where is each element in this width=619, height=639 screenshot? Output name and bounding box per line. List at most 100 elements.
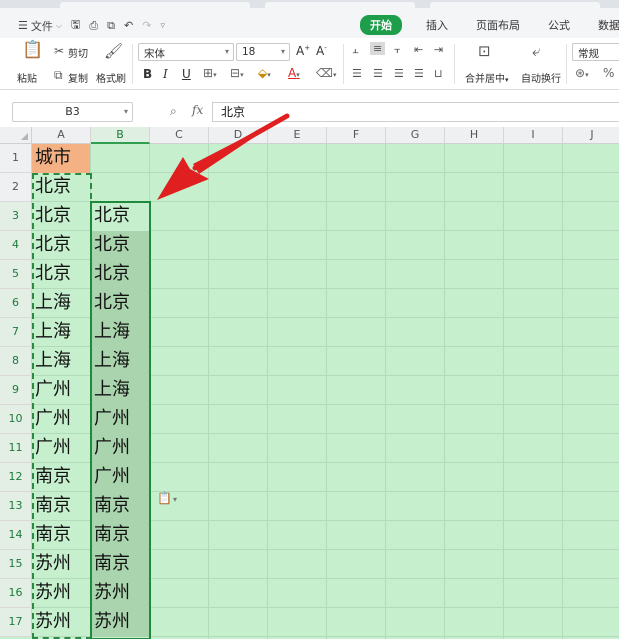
column-header-g[interactable]: G — [386, 127, 445, 144]
cell-a17[interactable]: 苏州 — [32, 608, 90, 637]
cell-b16[interactable]: 苏州 — [91, 579, 149, 608]
cell-b1[interactable] — [91, 144, 149, 173]
cell-b7[interactable]: 上海 — [91, 318, 149, 347]
tab-page-layout[interactable]: 页面布局 — [476, 17, 520, 33]
select-all-corner[interactable] — [0, 127, 32, 144]
cell-a1[interactable]: 城市 — [32, 144, 90, 173]
underline-button[interactable]: U — [182, 67, 191, 81]
cell-b5[interactable]: 北京 — [91, 260, 149, 289]
save-icon[interactable]: 🖫 — [71, 16, 80, 35]
cell-b4[interactable]: 北京 — [91, 231, 149, 260]
row-header-9[interactable]: 9 — [0, 376, 32, 405]
decrease-font-icon[interactable]: A- — [316, 44, 327, 58]
cell-a2[interactable]: 北京 — [32, 173, 90, 202]
cell-b10[interactable]: 广州 — [91, 405, 149, 434]
scissors-icon[interactable]: ✂ — [54, 45, 64, 58]
column-header-f[interactable]: F — [327, 127, 386, 144]
row-header-8[interactable]: 8 — [0, 347, 32, 376]
paste-button[interactable]: 粘贴 — [17, 70, 37, 85]
cell-a16[interactable]: 苏州 — [32, 579, 90, 608]
window-tab[interactable] — [430, 2, 600, 8]
row-header-6[interactable]: 6 — [0, 289, 32, 318]
align-left-icon[interactable]: ☰ — [352, 67, 362, 80]
clear-format-icon[interactable]: ⌫▾ — [316, 66, 336, 80]
row-header-4[interactable]: 4 — [0, 231, 32, 260]
cell-b13[interactable]: 南京 — [91, 492, 149, 521]
merge-center-button[interactable]: 合并居中▾ — [465, 70, 509, 85]
copy-button[interactable]: 复制 — [68, 70, 88, 85]
file-menu[interactable]: ☰ 文件 ⌵ — [18, 18, 62, 34]
window-tab[interactable] — [60, 2, 250, 8]
cell-b14[interactable]: 南京 — [91, 521, 149, 550]
cell-a14[interactable]: 南京 — [32, 521, 90, 550]
row-header-7[interactable]: 7 — [0, 318, 32, 347]
font-size-select[interactable]: 18 ▾ — [236, 43, 290, 61]
cell-b6[interactable]: 北京 — [91, 289, 149, 318]
tab-formulas[interactable]: 公式 — [548, 17, 570, 33]
cell-a8[interactable]: 上海 — [32, 347, 90, 376]
merge-center-icon[interactable]: ⊡ — [478, 44, 491, 59]
cell-b3[interactable]: 北京 — [91, 202, 149, 231]
cut-button[interactable]: 剪切 — [68, 45, 88, 60]
tab-insert[interactable]: 插入 — [426, 17, 448, 33]
cell-b2[interactable] — [91, 173, 149, 202]
tab-data[interactable]: 数据 — [598, 17, 619, 33]
quick-access-more-icon[interactable]: ▿ — [160, 21, 165, 31]
formula-input[interactable]: 北京 — [212, 102, 619, 122]
tab-home[interactable]: 开始 — [360, 15, 402, 35]
row-header-17[interactable]: 17 — [0, 608, 32, 637]
justify-icon[interactable]: ☰ — [414, 67, 424, 80]
column-header-e[interactable]: E — [268, 127, 327, 144]
cell-b17[interactable]: 苏州 — [91, 608, 149, 637]
italic-button[interactable]: I — [163, 67, 168, 81]
row-header-5[interactable]: 5 — [0, 260, 32, 289]
column-header-j[interactable]: J — [563, 127, 619, 144]
align-bottom-icon[interactable]: ⫟ — [394, 43, 401, 57]
column-header-a[interactable]: A — [32, 127, 91, 144]
paste-icon[interactable]: 📋 — [22, 42, 43, 59]
name-box[interactable]: B3 ▾ — [12, 102, 133, 122]
number-format-select[interactable]: 常规 — [572, 43, 619, 61]
column-header-h[interactable]: H — [445, 127, 504, 144]
row-header-10[interactable]: 10 — [0, 405, 32, 434]
row-header-2[interactable]: 2 — [0, 173, 32, 202]
align-middle-icon[interactable]: ≡ — [370, 42, 386, 55]
cell-a9[interactable]: 广州 — [32, 376, 90, 405]
cell-a5[interactable]: 北京 — [32, 260, 90, 289]
row-header-11[interactable]: 11 — [0, 434, 32, 463]
align-right-icon[interactable]: ☰ — [394, 67, 404, 80]
wrap-text-icon[interactable]: ⤶ — [532, 44, 540, 59]
row-header-14[interactable]: 14 — [0, 521, 32, 550]
distributed-icon[interactable]: ⊔ — [434, 67, 443, 80]
format-painter-icon[interactable]: 🖌 — [104, 44, 123, 59]
cell-a15[interactable]: 苏州 — [32, 550, 90, 579]
window-tab[interactable] — [265, 2, 415, 8]
redo-icon[interactable]: ↷ — [142, 19, 151, 32]
cell-b8[interactable]: 上海 — [91, 347, 149, 376]
indent-decrease-icon[interactable]: ⇤ — [414, 43, 423, 56]
column-header-b[interactable]: B — [91, 127, 150, 144]
font-color-icon[interactable]: A▾ — [288, 66, 300, 80]
row-header-12[interactable]: 12 — [0, 463, 32, 492]
wrap-text-button[interactable]: 自动换行 — [521, 70, 561, 85]
cell-a13[interactable]: 南京 — [32, 492, 90, 521]
format-painter-button[interactable]: 格式刷 — [96, 70, 126, 85]
align-top-icon[interactable]: ⫠ — [352, 43, 359, 57]
row-header-13[interactable]: 13 — [0, 492, 32, 521]
font-name-select[interactable]: 宋体 ▾ — [138, 43, 234, 61]
cell-a4[interactable]: 北京 — [32, 231, 90, 260]
cell-b11[interactable]: 广州 — [91, 434, 149, 463]
spreadsheet-grid[interactable]: A B C D E F G H I J 1 城市 2 北京 3 北京 北京 4 北京 北京 5 北京 北京 6 上海 北京 7 上海上… — [0, 127, 619, 639]
cell-a11[interactable]: 广州 — [32, 434, 90, 463]
cell-a12[interactable]: 南京 — [32, 463, 90, 492]
currency-icon[interactable]: ⊛▾ — [575, 66, 589, 80]
increase-font-icon[interactable]: A+ — [296, 44, 310, 58]
percent-icon[interactable]: % — [603, 66, 614, 80]
cell-a3[interactable]: 北京 — [32, 202, 90, 231]
row-header-16[interactable]: 16 — [0, 579, 32, 608]
indent-increase-icon[interactable]: ⇥ — [434, 43, 443, 56]
cell-a10[interactable]: 广州 — [32, 405, 90, 434]
print-preview-icon[interactable]: ⧉ — [107, 19, 115, 33]
cell-b9[interactable]: 上海 — [91, 376, 149, 405]
align-center-icon[interactable]: ☰ — [373, 67, 383, 80]
